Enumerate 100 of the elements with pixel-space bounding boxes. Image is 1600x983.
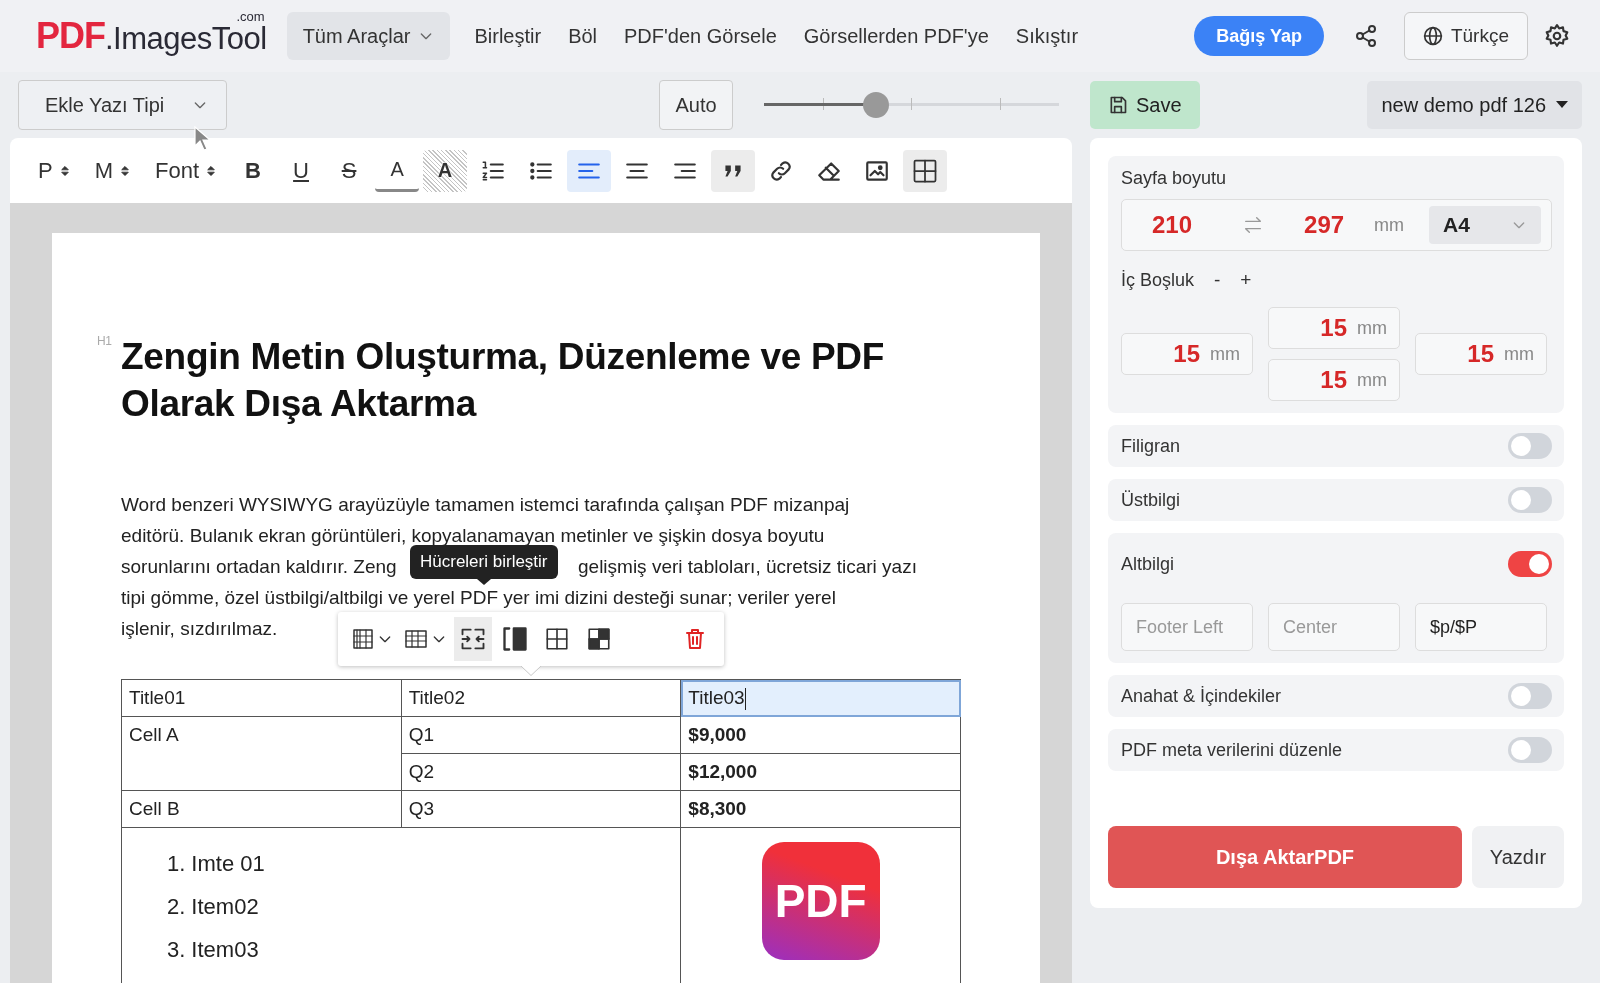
toggle-switch[interactable] bbox=[1508, 683, 1552, 709]
highlight-button[interactable]: A bbox=[423, 149, 468, 192]
unit-label: mm bbox=[1357, 369, 1387, 391]
slider-tick bbox=[911, 98, 913, 110]
footer-field[interactable]: Center bbox=[1268, 603, 1400, 651]
unit-label: mm bbox=[1357, 317, 1387, 339]
globe-icon bbox=[1422, 26, 1443, 46]
toggle-switch[interactable] bbox=[1508, 551, 1552, 577]
list-number: 2. bbox=[167, 893, 186, 921]
toggle-switch[interactable] bbox=[1508, 737, 1552, 763]
unit-label: mm bbox=[1374, 214, 1405, 236]
unit-label: mm bbox=[1504, 343, 1534, 365]
format-select[interactable]: M bbox=[84, 149, 141, 192]
nav-link[interactable]: Birleştir bbox=[474, 24, 542, 48]
strikethrough-button[interactable]: S bbox=[327, 149, 372, 192]
donate-button[interactable]: Bağış Yap bbox=[1194, 16, 1324, 56]
print-button[interactable]: Yazdır bbox=[1472, 826, 1564, 888]
settings-icon bbox=[1544, 23, 1570, 49]
trash-icon bbox=[683, 627, 707, 651]
paragraph-text: sorunlarını ortadan kaldırır. Zeng bbox=[121, 555, 397, 579]
margin-field[interactable]: 15 mm bbox=[1268, 307, 1400, 349]
increase-button[interactable]: + bbox=[1240, 269, 1252, 291]
option-label: PDF meta verilerini düzenle bbox=[1121, 739, 1343, 761]
format-select[interactable]: P bbox=[28, 149, 81, 192]
paragraph-text: tipi gömme, özel üstbilgi/altbilgi ve yerel PDF yer imi dizini desteği sunar; veriler yerel bbox=[121, 586, 836, 610]
option-label: Filigran bbox=[1121, 435, 1181, 457]
all-tools-menu[interactable]: Tüm Araçlar bbox=[286, 12, 451, 60]
table-button[interactable] bbox=[903, 149, 948, 192]
format-select[interactable]: Font bbox=[145, 149, 228, 192]
nav-link[interactable]: Görsellerden PDF'ye bbox=[803, 24, 989, 48]
margin-field[interactable]: 15 mm bbox=[1121, 333, 1253, 375]
logo-text: .ImagesTool bbox=[105, 21, 267, 57]
share-icon bbox=[1353, 24, 1378, 48]
header-cells-icon bbox=[586, 626, 612, 652]
quote-button[interactable] bbox=[711, 149, 756, 192]
split-column-icon bbox=[501, 625, 529, 653]
underline-button[interactable]: U bbox=[279, 149, 324, 192]
pdf-logo-image: PDF bbox=[761, 842, 880, 960]
table-cell: Q1 bbox=[401, 716, 681, 754]
table-cell: Q2 bbox=[401, 753, 681, 791]
caret-icon bbox=[1556, 101, 1568, 109]
unit-label: mm bbox=[1210, 343, 1240, 365]
option-label: Üstbilgi bbox=[1121, 489, 1181, 511]
merge-button[interactable] bbox=[454, 617, 492, 661]
toggle-switch[interactable] bbox=[1508, 487, 1552, 513]
page-format-select[interactable]: A4 bbox=[1429, 206, 1541, 244]
slider-thumb[interactable] bbox=[862, 92, 889, 118]
text-color-button[interactable]: A bbox=[375, 149, 420, 192]
add-typeface-select[interactable]: Ekle Yazı Tipi bbox=[18, 80, 228, 130]
export-pdf-button[interactable]: Dışa AktarPDF bbox=[1108, 826, 1462, 888]
logo-text: PDF bbox=[36, 15, 105, 57]
table-cell: $12,000 bbox=[680, 753, 961, 791]
slider-tick bbox=[999, 98, 1001, 110]
width-value[interactable]: 210 bbox=[1152, 211, 1193, 239]
decrease-button[interactable]: - bbox=[1214, 269, 1221, 291]
footer-field[interactable]: Footer Left bbox=[1121, 603, 1253, 651]
paragraph-text: Word benzeri WYSIWYG arayüzüyle tamamen istemci tarafında çalışan PDF mizanpaj bbox=[121, 493, 850, 517]
grid-icon bbox=[351, 627, 375, 651]
tooltip: Hücreleri birleştir bbox=[410, 545, 558, 585]
paragraph-text: işlenir, sızdırılmaz. bbox=[121, 617, 278, 641]
tooltip-pointer bbox=[476, 579, 491, 585]
table-icon bbox=[403, 627, 429, 651]
align-left-button[interactable] bbox=[567, 149, 612, 192]
table-cell: Cell B bbox=[121, 790, 402, 828]
auto-zoom-button[interactable]: Auto bbox=[659, 80, 733, 130]
paragraph-text: gelişmiş veri tabloları, ücretsiz ticari yazı bbox=[578, 555, 917, 579]
table-header-cell: Title03 bbox=[680, 679, 961, 717]
table-header-cell: Title02 bbox=[401, 679, 681, 717]
language-button[interactable]: Türkçe bbox=[1403, 12, 1528, 60]
list-number: 3. bbox=[167, 936, 186, 964]
list-item: Imte 01 bbox=[191, 850, 265, 878]
list-number: 1. bbox=[167, 850, 186, 878]
margin-field[interactable]: 15 mm bbox=[1415, 333, 1547, 375]
option-label: Altbilgi bbox=[1121, 553, 1175, 575]
margin-value: 15 bbox=[1320, 314, 1347, 342]
table-cell: Cell A bbox=[121, 716, 402, 791]
table-cell: $9,000 bbox=[680, 716, 961, 754]
margin-value: 15 bbox=[1467, 340, 1494, 368]
bold-button[interactable]: B bbox=[231, 149, 276, 192]
margin-field[interactable]: 15 mm bbox=[1268, 359, 1400, 401]
nav-link[interactable]: Sıkıştır bbox=[1015, 24, 1079, 48]
nav-link[interactable]: Böl bbox=[568, 24, 598, 48]
option-label: Anahat & İçindekiler bbox=[1121, 685, 1282, 707]
toggle-switch[interactable] bbox=[1508, 433, 1552, 459]
logo-domain: .com bbox=[236, 9, 265, 24]
paragraph-text: editörü. Bulanık ekran görüntüleri, kopyalanamayan metinler ve şişkin dosya boyutu bbox=[121, 524, 825, 548]
heading-marker: H1 bbox=[97, 333, 112, 349]
table-header-cell: Title01 bbox=[121, 679, 402, 717]
save-button[interactable]: Save bbox=[1090, 81, 1200, 129]
table-cell: Q3 bbox=[401, 790, 681, 828]
height-value[interactable]: 297 bbox=[1304, 211, 1345, 239]
section-label: İç Boşluk bbox=[1121, 269, 1195, 291]
list-item: Item03 bbox=[191, 936, 259, 964]
cells-icon bbox=[544, 626, 570, 652]
footer-field[interactable]: $p/$P bbox=[1415, 603, 1547, 651]
list-item: Item02 bbox=[191, 893, 259, 921]
document-menu[interactable]: new demo pdf 126 bbox=[1367, 81, 1582, 129]
nav-link[interactable]: PDF'den Görsele bbox=[624, 24, 777, 48]
margin-value: 15 bbox=[1320, 366, 1347, 394]
section-label: Sayfa boyutu bbox=[1121, 168, 1228, 189]
